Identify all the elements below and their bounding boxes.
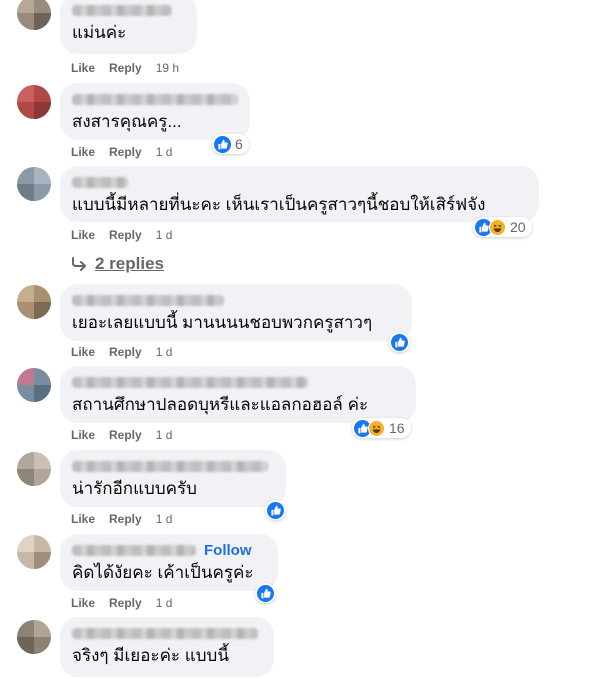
haha-icon (489, 218, 506, 236)
reaction-count: 20 (510, 219, 526, 235)
reaction-count: 6 (235, 136, 243, 152)
like-action[interactable]: Like (71, 228, 95, 242)
comment-bubble: Follow คิดได้งัยคะ เค้าเป็นครูค่ะ (60, 534, 278, 591)
comment-time[interactable]: 1 d (156, 145, 173, 159)
reactions-summary[interactable]: 16 (352, 418, 411, 438)
comment-text: แบบนี้มีหลายที่นะคะ เห็นเราเป็นครูสาวๆนี… (72, 195, 486, 214)
view-replies-link[interactable]: 2 replies (71, 254, 164, 274)
reactions-summary[interactable] (265, 500, 286, 520)
like-action[interactable]: Like (71, 596, 95, 610)
reply-arrow-icon (72, 257, 86, 271)
author-name-blurred[interactable] (72, 544, 196, 556)
comment-bubble: แม่นค่ะ (60, 0, 197, 54)
comment-text: สถานศึกษาปลอดบุหรีและแอลกอฮอล์ ค่ะ (72, 395, 369, 414)
comment-bubble: สถานศึกษาปลอดบุหรีและแอลกอฮอล์ ค่ะ (60, 366, 416, 423)
haha-icon (368, 419, 385, 437)
comment-time[interactable]: 1 d (156, 228, 173, 242)
reply-action[interactable]: Reply (109, 596, 142, 610)
reaction-count: 16 (389, 420, 405, 436)
reply-action[interactable]: Reply (109, 428, 142, 442)
comment-text: สงสารคุณครู... (72, 112, 182, 131)
like-icon (214, 135, 231, 153)
avatar[interactable] (17, 535, 51, 569)
like-action[interactable]: Like (71, 345, 95, 359)
comment-text: เยอะเลยแบบนี้ มานนนนชอบพวกครูสาวๆ (72, 313, 373, 332)
avatar[interactable] (17, 620, 51, 654)
avatar[interactable] (17, 0, 51, 30)
reply-action[interactable]: Reply (109, 345, 142, 359)
reactions-summary[interactable] (255, 583, 276, 603)
author-name-blurred[interactable] (72, 376, 308, 388)
comment-text: น่ารักอีกแบบครับ (72, 479, 197, 498)
avatar[interactable] (17, 85, 51, 119)
comment-time[interactable]: 1 d (156, 428, 173, 442)
author-name-blurred[interactable] (72, 93, 238, 105)
like-action[interactable]: Like (71, 145, 95, 159)
comment-text: คิดได้งัยคะ เค้าเป็นครูค่ะ (72, 563, 254, 582)
author-name-blurred[interactable] (72, 460, 268, 472)
comment-text: แม่นค่ะ (72, 23, 127, 42)
avatar[interactable] (17, 167, 51, 201)
author-name-blurred[interactable] (72, 627, 258, 639)
reply-action[interactable]: Reply (109, 512, 142, 526)
comment-bubble: สงสารคุณครู... (60, 83, 250, 140)
comment-time[interactable]: 19 h (156, 61, 179, 75)
like-icon (391, 333, 408, 351)
reactions-summary[interactable] (389, 332, 410, 352)
comment-time[interactable]: 1 d (156, 345, 173, 359)
comment-time[interactable]: 1 d (156, 596, 173, 610)
follow-button[interactable]: Follow (204, 542, 252, 559)
replies-label[interactable]: 2 replies (95, 254, 164, 274)
like-icon (267, 501, 284, 519)
like-icon (257, 584, 274, 602)
reactions-summary[interactable]: 6 (212, 134, 249, 154)
like-action[interactable]: Like (71, 428, 95, 442)
comment-bubble: น่ารักอีกแบบครับ (60, 450, 286, 507)
comment-bubble: เยอะเลยแบบนี้ มานนนนชอบพวกครูสาวๆ (60, 284, 412, 341)
avatar[interactable] (17, 368, 51, 402)
comment-time[interactable]: 1 d (156, 512, 173, 526)
comment-bubble: แบบนี้มีหลายที่นะคะ เห็นเราเป็นครูสาวๆนี… (60, 166, 539, 222)
like-action[interactable]: Like (71, 61, 95, 75)
like-action[interactable]: Like (71, 512, 95, 526)
author-name-blurred[interactable] (72, 176, 128, 188)
reactions-summary[interactable]: 20 (473, 217, 532, 237)
comment-text: จริงๆ มีเยอะค่ะ แบบนี้ (72, 646, 229, 665)
comment-bubble: จริงๆ มีเยอะค่ะ แบบนี้ (60, 617, 274, 677)
avatar[interactable] (17, 285, 51, 319)
reply-action[interactable]: Reply (109, 228, 142, 242)
reply-action[interactable]: Reply (109, 145, 142, 159)
author-name-blurred[interactable] (72, 4, 172, 16)
author-name-blurred[interactable] (72, 294, 224, 306)
avatar[interactable] (17, 452, 51, 486)
reply-action[interactable]: Reply (109, 61, 142, 75)
